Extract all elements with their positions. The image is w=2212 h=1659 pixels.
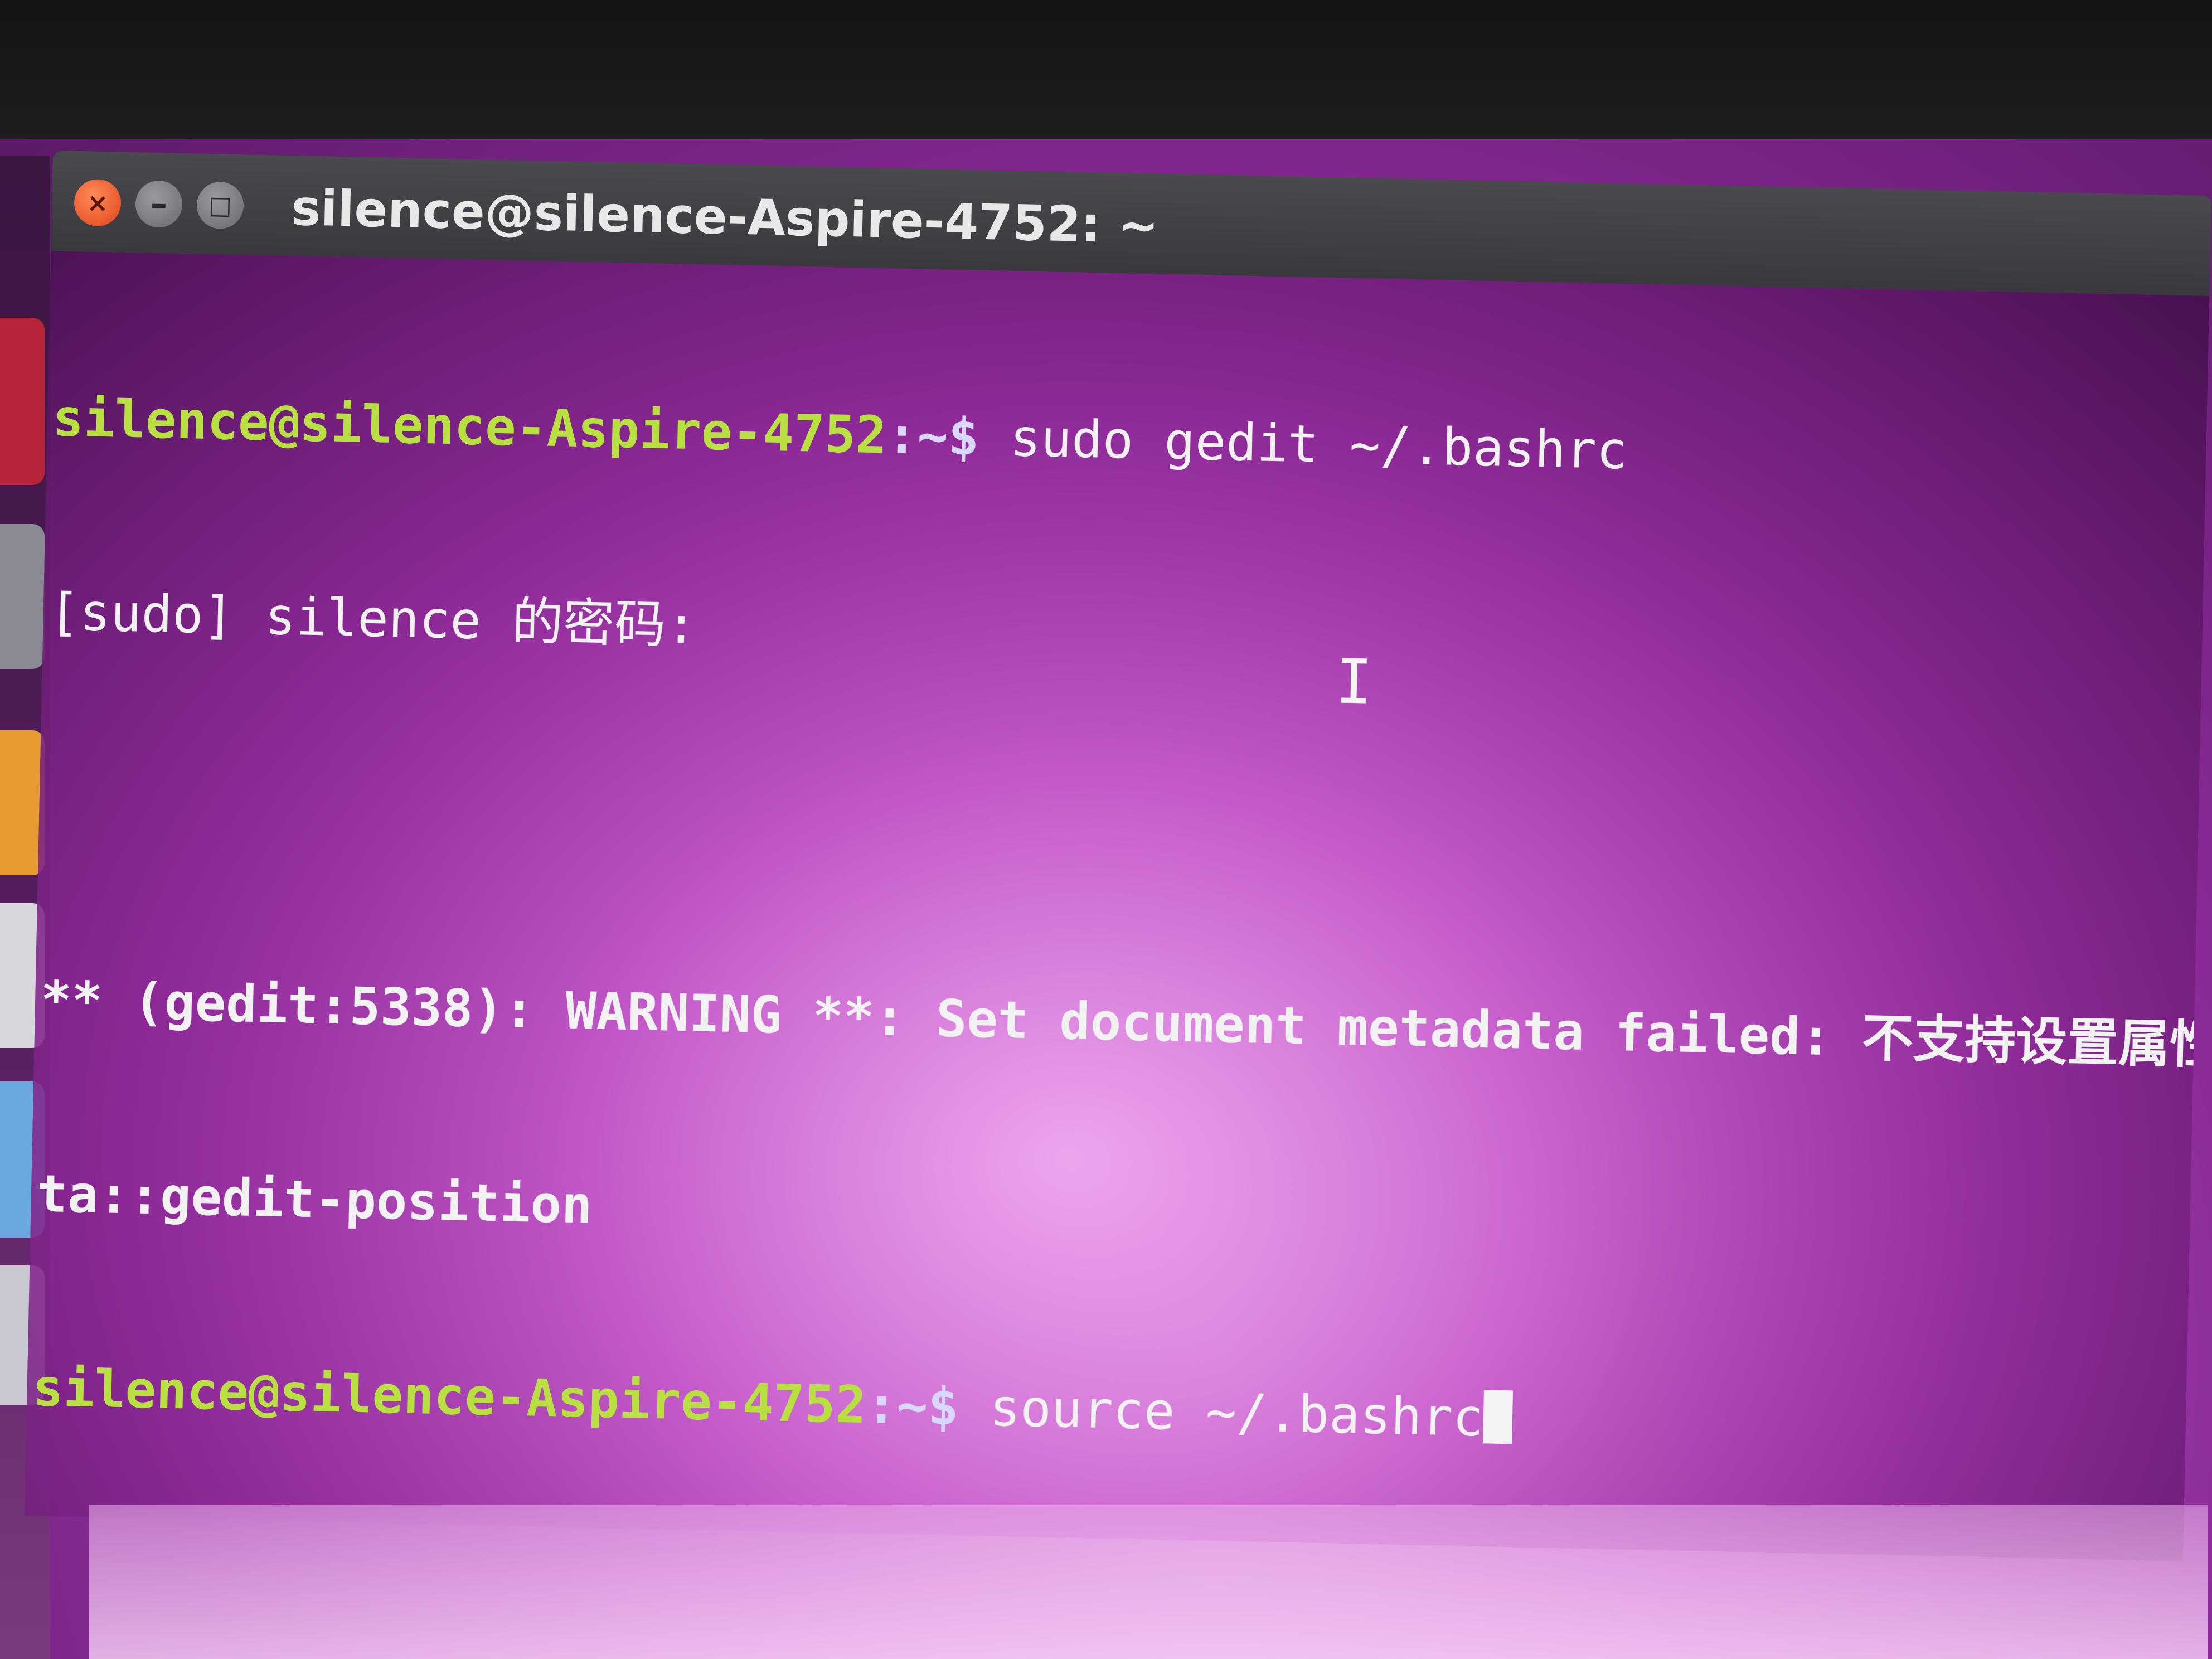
text-cursor xyxy=(1483,1390,1514,1444)
mouse-ibeam-icon: I xyxy=(1335,646,1374,718)
maximize-button[interactable]: □ xyxy=(196,181,244,230)
screen: × – □ silence@silence-Aspire-4752: ~ sil… xyxy=(0,0,2212,1659)
terminal-line: ** (gedit:5338): WARNING **: Set documen… xyxy=(40,969,2212,1079)
prompt-user-host: silence@silence-Aspire-4752 xyxy=(52,388,887,465)
launcher-item-files[interactable] xyxy=(0,524,45,669)
window-title: silence@silence-Aspire-4752: ~ xyxy=(290,178,1160,255)
terminal-body[interactable]: silence@silence-Aspire-4752:~$ sudo gedi… xyxy=(24,250,2212,1561)
close-icon: × xyxy=(86,187,109,219)
launcher-item-dash[interactable] xyxy=(0,318,45,485)
terminal-line: silence@silence-Aspire-4752:~$ sudo gedi… xyxy=(52,386,2205,496)
minimize-button[interactable]: – xyxy=(135,180,183,228)
maximize-icon: □ xyxy=(208,191,232,220)
terminal-line: ta::gedit-position xyxy=(36,1163,593,1235)
command-text: sudo gedit ~/.bashrc xyxy=(978,407,1628,481)
minimize-icon: – xyxy=(150,184,168,224)
screen-bottom-edge xyxy=(89,1505,2208,1659)
prompt-user-host: silence@silence-Aspire-4752 xyxy=(32,1357,867,1435)
terminal-window: × – □ silence@silence-Aspire-4752: ~ sil… xyxy=(24,151,2212,1561)
terminal-line: [sudo] silence 的密码: xyxy=(48,582,697,656)
prompt-path: :~$ xyxy=(886,405,980,467)
terminal-output: silence@silence-Aspire-4752:~$ sudo gedi… xyxy=(29,256,2212,1561)
terminal-line: silence@silence-Aspire-4752:~$ source ~/… xyxy=(32,1356,2185,1466)
command-input[interactable]: source ~/.bashrc xyxy=(958,1377,1484,1448)
prompt-path: :~$ xyxy=(865,1375,959,1437)
close-button[interactable]: × xyxy=(74,178,122,227)
